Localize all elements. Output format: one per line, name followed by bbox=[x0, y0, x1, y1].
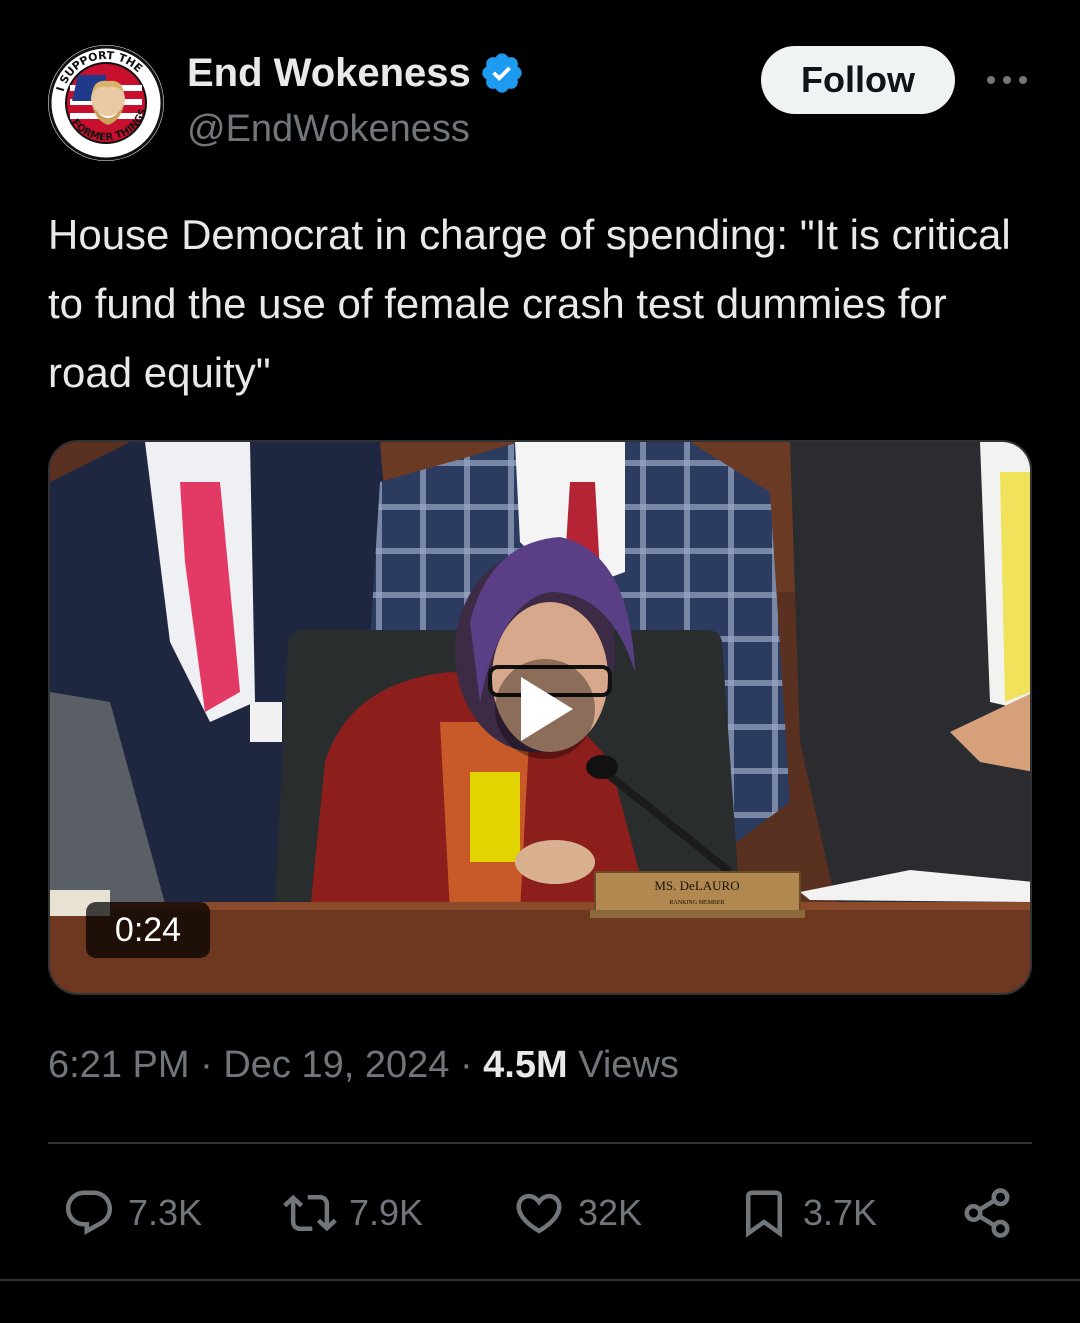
more-horizontal-icon[interactable] bbox=[984, 68, 1030, 92]
author-display-name[interactable]: End Wokeness bbox=[187, 51, 471, 96]
like-button[interactable]: 32K bbox=[512, 1180, 642, 1246]
like-count: 32K bbox=[578, 1192, 643, 1233]
reply-button[interactable]: 7.3K bbox=[62, 1180, 202, 1246]
reply-icon bbox=[65, 1190, 113, 1235]
reply-count: 7.3K bbox=[128, 1192, 203, 1233]
repost-button[interactable]: 7.9K bbox=[283, 1180, 423, 1246]
tweet-date[interactable]: Dec 19, 2024 bbox=[223, 1044, 449, 1086]
bookmark-icon bbox=[746, 1190, 782, 1238]
play-icon bbox=[521, 677, 573, 741]
follow-button[interactable]: Follow bbox=[761, 46, 955, 114]
author-name-row[interactable]: End Wokeness bbox=[187, 50, 525, 96]
action-bar: 7.3K 7.9K 32K 3.7K bbox=[0, 1180, 1080, 1246]
tweet-meta: 6:21 PM · Dec 19, 2024 · 4.5M Views bbox=[48, 1044, 679, 1087]
repost-icon bbox=[283, 1194, 337, 1232]
video-duration-badge: 0:24 bbox=[86, 902, 210, 958]
like-icon bbox=[516, 1193, 562, 1234]
divider bbox=[0, 1279, 1080, 1281]
avatar[interactable]: I SUPPORT THE FORMER THINGS bbox=[48, 45, 164, 161]
verified-badge-icon bbox=[482, 53, 522, 93]
bookmark-button[interactable]: 3.7K bbox=[737, 1180, 877, 1246]
support-the-former-things-badge-icon: I SUPPORT THE FORMER THINGS bbox=[48, 45, 164, 161]
views-label[interactable]: Views bbox=[578, 1044, 679, 1086]
play-button[interactable] bbox=[495, 659, 595, 759]
views-count[interactable]: 4.5M bbox=[483, 1044, 567, 1086]
divider bbox=[48, 1142, 1032, 1144]
tweet-text: House Democrat in charge of spending: "I… bbox=[48, 211, 1011, 396]
bookmark-count: 3.7K bbox=[803, 1192, 878, 1233]
tweet-time[interactable]: 6:21 PM bbox=[48, 1044, 190, 1086]
meta-separator: · bbox=[459, 1044, 473, 1086]
author-handle[interactable]: @EndWokeness bbox=[187, 108, 470, 151]
share-icon bbox=[964, 1188, 1010, 1238]
meta-separator: · bbox=[200, 1044, 213, 1086]
share-button[interactable] bbox=[960, 1180, 1026, 1246]
tweet-header: I SUPPORT THE FORMER THINGS End Wokeness… bbox=[0, 0, 1080, 170]
video-player[interactable]: MS. DeLAURO RANKING MEMBER 0:24 bbox=[48, 440, 1032, 995]
repost-count: 7.9K bbox=[349, 1192, 424, 1233]
svg-text:RANKING MEMBER: RANKING MEMBER bbox=[669, 900, 724, 906]
svg-text:MS. DeLAURO: MS. DeLAURO bbox=[654, 878, 739, 893]
